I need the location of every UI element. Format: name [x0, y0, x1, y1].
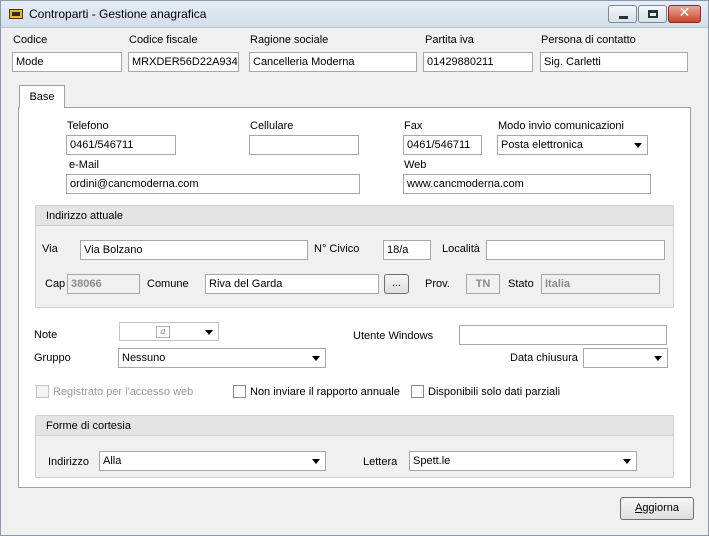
modo-invio-value: Posta elettronica [501, 139, 583, 151]
aggiorna-button[interactable]: Aggiorna [620, 497, 694, 520]
utente-windows-label: Utente Windows [353, 330, 434, 342]
fax-input[interactable]: 0461/546711 [403, 135, 482, 155]
cellulare-label: Cellulare [250, 120, 294, 132]
partita-iva-input[interactable]: 01429880211 [423, 52, 533, 72]
fax-label: Fax [404, 120, 423, 132]
gruppo-label: Gruppo [34, 352, 71, 364]
aggiorna-label: ggiorna [642, 502, 680, 514]
codice-label: Codice [13, 34, 48, 46]
chevron-down-icon [312, 356, 320, 361]
note-icon: a [156, 326, 170, 338]
persona-contatto-input[interactable]: Sig. Carletti [540, 52, 688, 72]
close-button[interactable]: ✕ [668, 5, 701, 23]
ragione-sociale-input[interactable]: Cancelleria Moderna [249, 52, 417, 72]
non-inviare-label: Non inviare il rapporto annuale [250, 386, 400, 398]
cap-label: Cap [45, 278, 66, 290]
cortesia-lettera-value: Spett.le [413, 455, 451, 467]
prov-input: TN [466, 274, 500, 294]
data-chiusura-picker[interactable] [583, 348, 668, 368]
data-chiusura-label: Data chiusura [510, 352, 578, 364]
civico-input[interactable]: 18/a [383, 240, 431, 260]
comune-input[interactable]: Riva del Garda [205, 274, 379, 294]
title-bar[interactable]: Controparti - Gestione anagrafica ✕ [1, 1, 708, 28]
localita-label: Località [442, 243, 480, 255]
email-input[interactable]: ordini@cancmoderna.com [66, 174, 360, 194]
via-input[interactable]: Via Bolzano [80, 240, 308, 260]
telefono-input[interactable]: 0461/546711 [66, 135, 176, 155]
cortesia-indirizzo-select[interactable]: Alla [99, 451, 326, 471]
cortesia-indirizzo-value: Alla [103, 455, 122, 467]
partita-iva-label: Partita iva [425, 34, 474, 46]
note-select[interactable]: a [119, 322, 219, 341]
cellulare-input[interactable] [249, 135, 359, 155]
tab-base[interactable]: Base [19, 85, 65, 108]
window-title: Controparti - Gestione anagrafica [29, 7, 207, 21]
codice-fiscale-label: Codice fiscale [129, 34, 198, 46]
telefono-label: Telefono [67, 120, 109, 132]
registrato-web-label: Registrato per l'accesso web [53, 386, 194, 398]
gruppo-value: Nessuno [122, 352, 166, 364]
app-window: Controparti - Gestione anagrafica ✕ Codi… [0, 0, 709, 536]
modo-invio-select[interactable]: Posta elettronica [497, 135, 648, 155]
indirizzo-group-title: Indirizzo attuale [36, 206, 673, 226]
cortesia-group-title: Forme di cortesia [36, 416, 673, 436]
via-label: Via [42, 243, 58, 255]
ragione-sociale-label: Ragione sociale [250, 34, 329, 46]
persona-contatto-label: Persona di contatto [541, 34, 636, 46]
note-label: Note [34, 329, 58, 341]
chevron-down-icon [312, 459, 320, 464]
web-input[interactable]: www.cancmoderna.com [403, 174, 651, 194]
cap-input: 38066 [67, 274, 140, 294]
minimize-icon [619, 16, 628, 19]
dati-parziali-label: Disponibili solo dati parziali [428, 386, 561, 398]
chevron-down-icon [654, 356, 662, 361]
maximize-icon [648, 10, 658, 18]
stato-label: Stato [508, 278, 534, 290]
modo-invio-label: Modo invio comunicazioni [498, 120, 624, 132]
chevron-down-icon [634, 143, 642, 148]
close-icon: ✕ [678, 5, 691, 21]
email-label: e-Mail [69, 159, 99, 171]
web-label: Web [404, 159, 427, 171]
codice-input[interactable]: Mode [12, 52, 122, 72]
cortesia-lettera-label: Lettera [363, 456, 398, 468]
chevron-down-icon [205, 330, 213, 335]
registrato-web-checkbox[interactable] [36, 385, 49, 398]
utente-windows-input[interactable] [459, 325, 667, 345]
cortesia-indirizzo-label: Indirizzo [48, 456, 89, 468]
non-inviare-checkbox[interactable] [233, 385, 246, 398]
comune-label: Comune [147, 278, 189, 290]
gruppo-select[interactable]: Nessuno [118, 348, 326, 368]
comune-browse-button[interactable]: ... [384, 274, 409, 294]
chevron-down-icon [623, 459, 631, 464]
codice-fiscale-input[interactable]: MRXDER56D22A934D [128, 52, 239, 72]
localita-input[interactable] [486, 240, 665, 260]
civico-label: N° Civico [314, 243, 360, 255]
maximize-button[interactable] [638, 5, 667, 23]
prov-label: Prov. [425, 278, 450, 290]
cortesia-lettera-select[interactable]: Spett.le [409, 451, 637, 471]
dati-parziali-checkbox[interactable] [411, 385, 424, 398]
minimize-button[interactable] [608, 5, 637, 23]
app-icon [9, 9, 23, 19]
stato-input: Italia [541, 274, 660, 294]
